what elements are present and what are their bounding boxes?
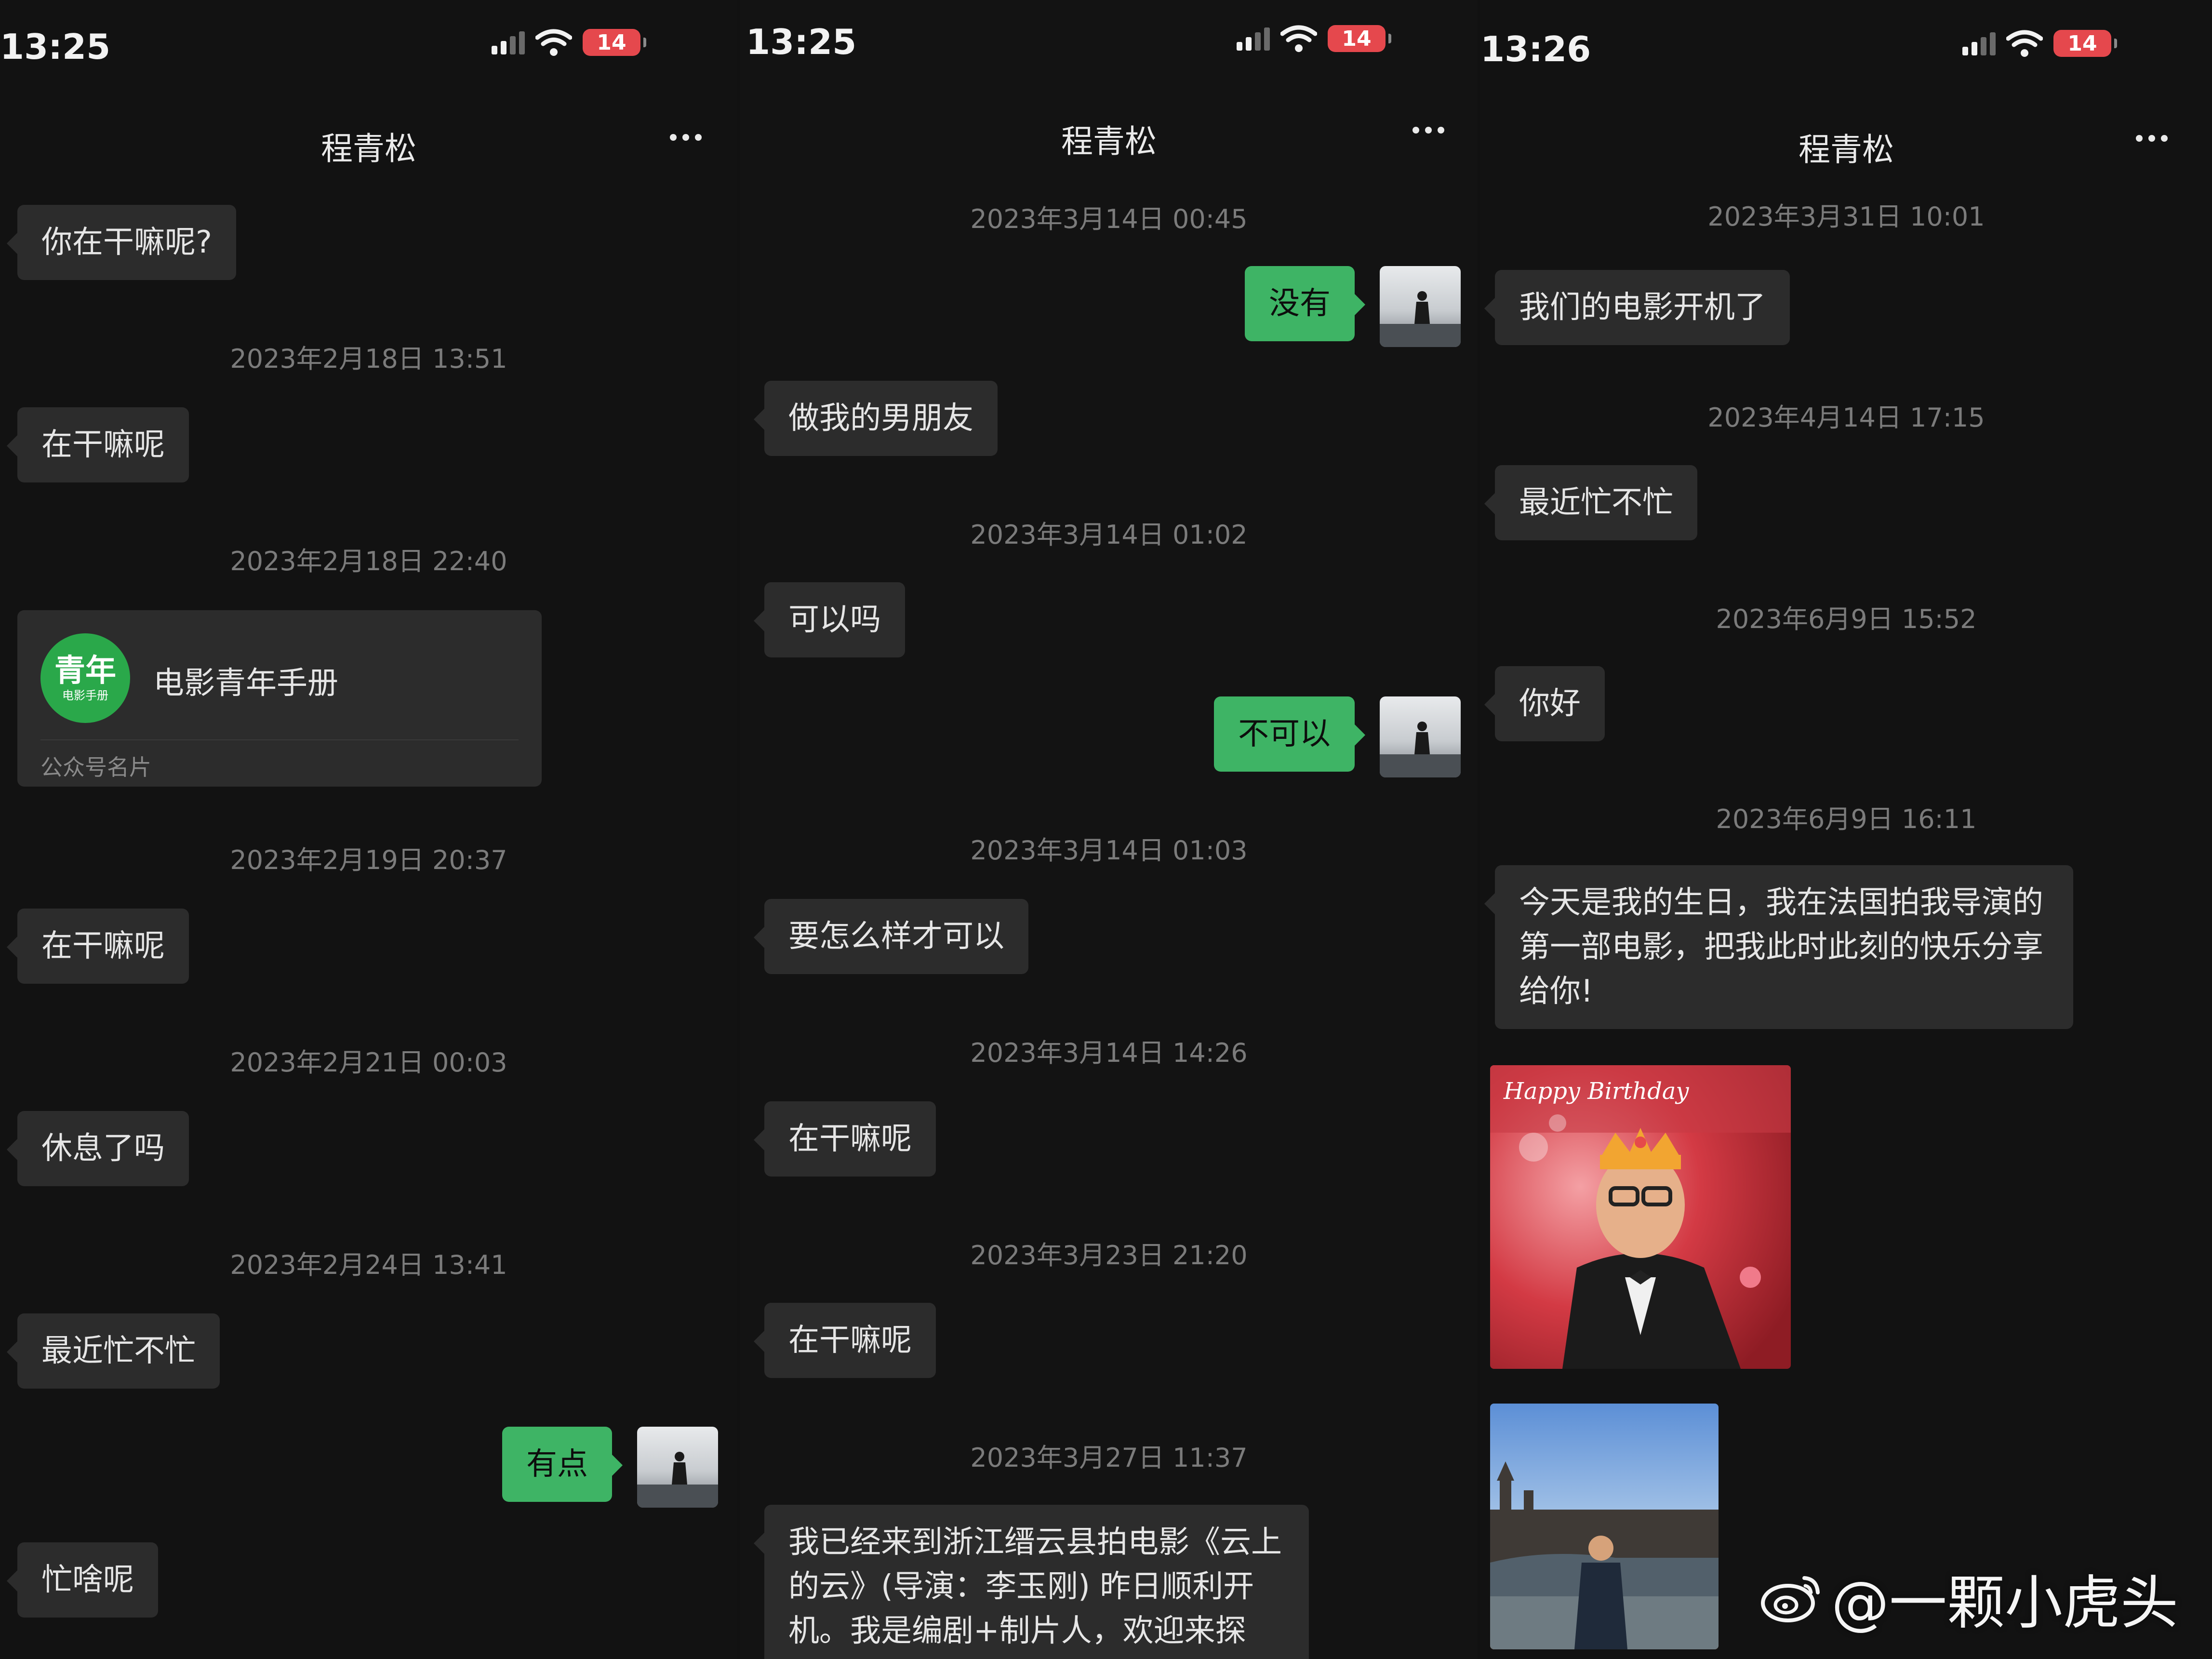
- message-timestamp: 2023年3月27日 11:37: [970, 1443, 1248, 1473]
- signal-icon: [1237, 27, 1270, 51]
- chat-header: 程青松: [1480, 102, 2212, 189]
- message-received[interactable]: 你好: [1484, 666, 1605, 741]
- message-timestamp: 2023年3月14日 00:45: [970, 204, 1248, 234]
- chat-title: 程青松: [321, 130, 416, 167]
- message-timestamp: 2023年3月14日 01:03: [970, 835, 1248, 866]
- message-timestamp: 2023年2月18日 22:40: [230, 546, 507, 576]
- status-bar: 13:26 14: [1480, 0, 2212, 101]
- message-received[interactable]: 在干嘛呢: [754, 1303, 936, 1378]
- account-logo-text: 青年: [54, 653, 116, 689]
- more-options-icon[interactable]: [1412, 127, 1444, 134]
- chat-title: 程青松: [1061, 123, 1157, 160]
- official-account-card[interactable]: 青年 电影手册 电影青年手册 公众号名片: [17, 610, 542, 787]
- message-received[interactable]: 在干嘛呢: [7, 909, 189, 984]
- user-avatar[interactable]: [1380, 696, 1461, 777]
- message-sent[interactable]: 不可以: [1214, 696, 1365, 772]
- card-divider: [40, 739, 519, 740]
- signal-icon: [492, 30, 525, 54]
- message-timestamp: 2023年4月14日 17:15: [1707, 402, 1985, 433]
- silhouette-icon: [1380, 291, 1461, 347]
- account-name: 电影青年手册: [153, 666, 338, 701]
- message-timestamp: 2023年6月9日 16:11: [1716, 804, 1977, 834]
- birthday-caption: Happy Birthday: [1503, 1078, 1689, 1105]
- status-time: 13:25: [0, 27, 111, 67]
- message-timestamp: 2023年3月23日 21:20: [970, 1240, 1248, 1271]
- message-received[interactable]: 在干嘛呢: [7, 407, 189, 482]
- chat-screenshot-2: 13:25 14 程青松 2023年3月14日 00:45 没有 做我的男朋友 …: [740, 0, 1478, 1659]
- status-icons: 14: [1962, 29, 2117, 58]
- account-logo-subtext: 电影手册: [62, 689, 108, 702]
- message-received[interactable]: 今天是我的生日，我在法国拍我导演的第一部电影，把我此时此刻的快乐分享给你!: [1484, 865, 2073, 1029]
- message-timestamp: 2023年2月19日 20:37: [230, 845, 507, 875]
- user-avatar[interactable]: [637, 1427, 718, 1508]
- message-received[interactable]: 最近忙不忙: [7, 1313, 220, 1389]
- status-bar: 13:25 14: [0, 0, 737, 101]
- birthday-photo[interactable]: Happy Birthday: [1490, 1065, 1791, 1369]
- message-timestamp: 2023年2月24日 13:41: [230, 1250, 507, 1280]
- message-timestamp: 2023年3月31日 10:01: [1707, 201, 1985, 232]
- message-timestamp: 2023年3月14日 14:26: [970, 1038, 1248, 1068]
- status-time: 13:26: [1480, 29, 1591, 69]
- watermark: @一颗小虎头: [1760, 1556, 2178, 1640]
- status-time: 13:25: [746, 22, 857, 62]
- more-options-icon[interactable]: [2136, 135, 2168, 142]
- battery-icon: 14: [583, 29, 646, 56]
- chat-header: 程青松: [740, 94, 1478, 181]
- battery-icon: 14: [1328, 25, 1391, 52]
- message-received[interactable]: 做我的男朋友: [754, 381, 998, 456]
- message-timestamp: 2023年6月9日 15:52: [1716, 604, 1977, 634]
- paris-photo-image: [1490, 1404, 1719, 1649]
- birthday-photo-image: Happy Birthday: [1490, 1065, 1791, 1369]
- wifi-icon: [535, 29, 572, 56]
- status-bar: 13:25 14: [740, 0, 1478, 101]
- status-icons: 14: [492, 28, 646, 57]
- more-options-icon[interactable]: [670, 134, 702, 141]
- paris-photo[interactable]: [1490, 1404, 1719, 1649]
- account-logo: 青年 电影手册: [40, 633, 130, 723]
- chat-screenshot-1: 13:25 14 程青松 你在干嘛呢? 2023年2月18日 13:51 在干嘛…: [0, 0, 737, 1659]
- silhouette-icon: [637, 1452, 718, 1508]
- wifi-icon: [1280, 25, 1317, 52]
- battery-icon: 14: [2053, 30, 2117, 57]
- wifi-icon: [2006, 30, 2043, 57]
- message-timestamp: 2023年2月21日 00:03: [230, 1047, 507, 1078]
- message-received[interactable]: 我已经来到浙江缙云县拍电影《云上的云》(导演：李玉刚) 昨日顺利开机。我是编剧+…: [754, 1505, 1309, 1659]
- status-icons: 14: [1237, 24, 1391, 53]
- message-received[interactable]: 最近忙不忙: [1484, 465, 1697, 540]
- message-sent[interactable]: 没有: [1245, 266, 1365, 341]
- chat-title: 程青松: [1799, 131, 1894, 168]
- message-timestamp: 2023年3月14日 01:02: [970, 520, 1248, 550]
- message-received[interactable]: 我们的电影开机了: [1484, 270, 1790, 345]
- message-received[interactable]: 休息了吗: [7, 1111, 189, 1186]
- chat-header: 程青松: [0, 101, 737, 188]
- message-received[interactable]: 可以吗: [754, 582, 905, 657]
- silhouette-icon: [1380, 722, 1461, 777]
- message-timestamp: 2023年2月18日 13:51: [230, 344, 507, 374]
- weibo-logo-icon: [1761, 1576, 1820, 1622]
- message-received[interactable]: 在干嘛呢: [754, 1101, 936, 1177]
- message-received[interactable]: 忙啥呢: [7, 1542, 158, 1618]
- signal-icon: [1962, 31, 1996, 55]
- message-received[interactable]: 要怎么样才可以: [754, 899, 1028, 974]
- watermark-text: @一颗小虎头: [1831, 1570, 2178, 1637]
- user-avatar[interactable]: [1380, 266, 1461, 347]
- message-received[interactable]: 你在干嘛呢?: [7, 205, 236, 280]
- card-type-label: 公众号名片: [40, 754, 151, 780]
- chat-screenshot-3: 13:26 14 程青松 2023年3月31日 10:01 我们的电影开机了 2…: [1480, 0, 2212, 1659]
- message-sent[interactable]: 有点: [502, 1427, 623, 1502]
